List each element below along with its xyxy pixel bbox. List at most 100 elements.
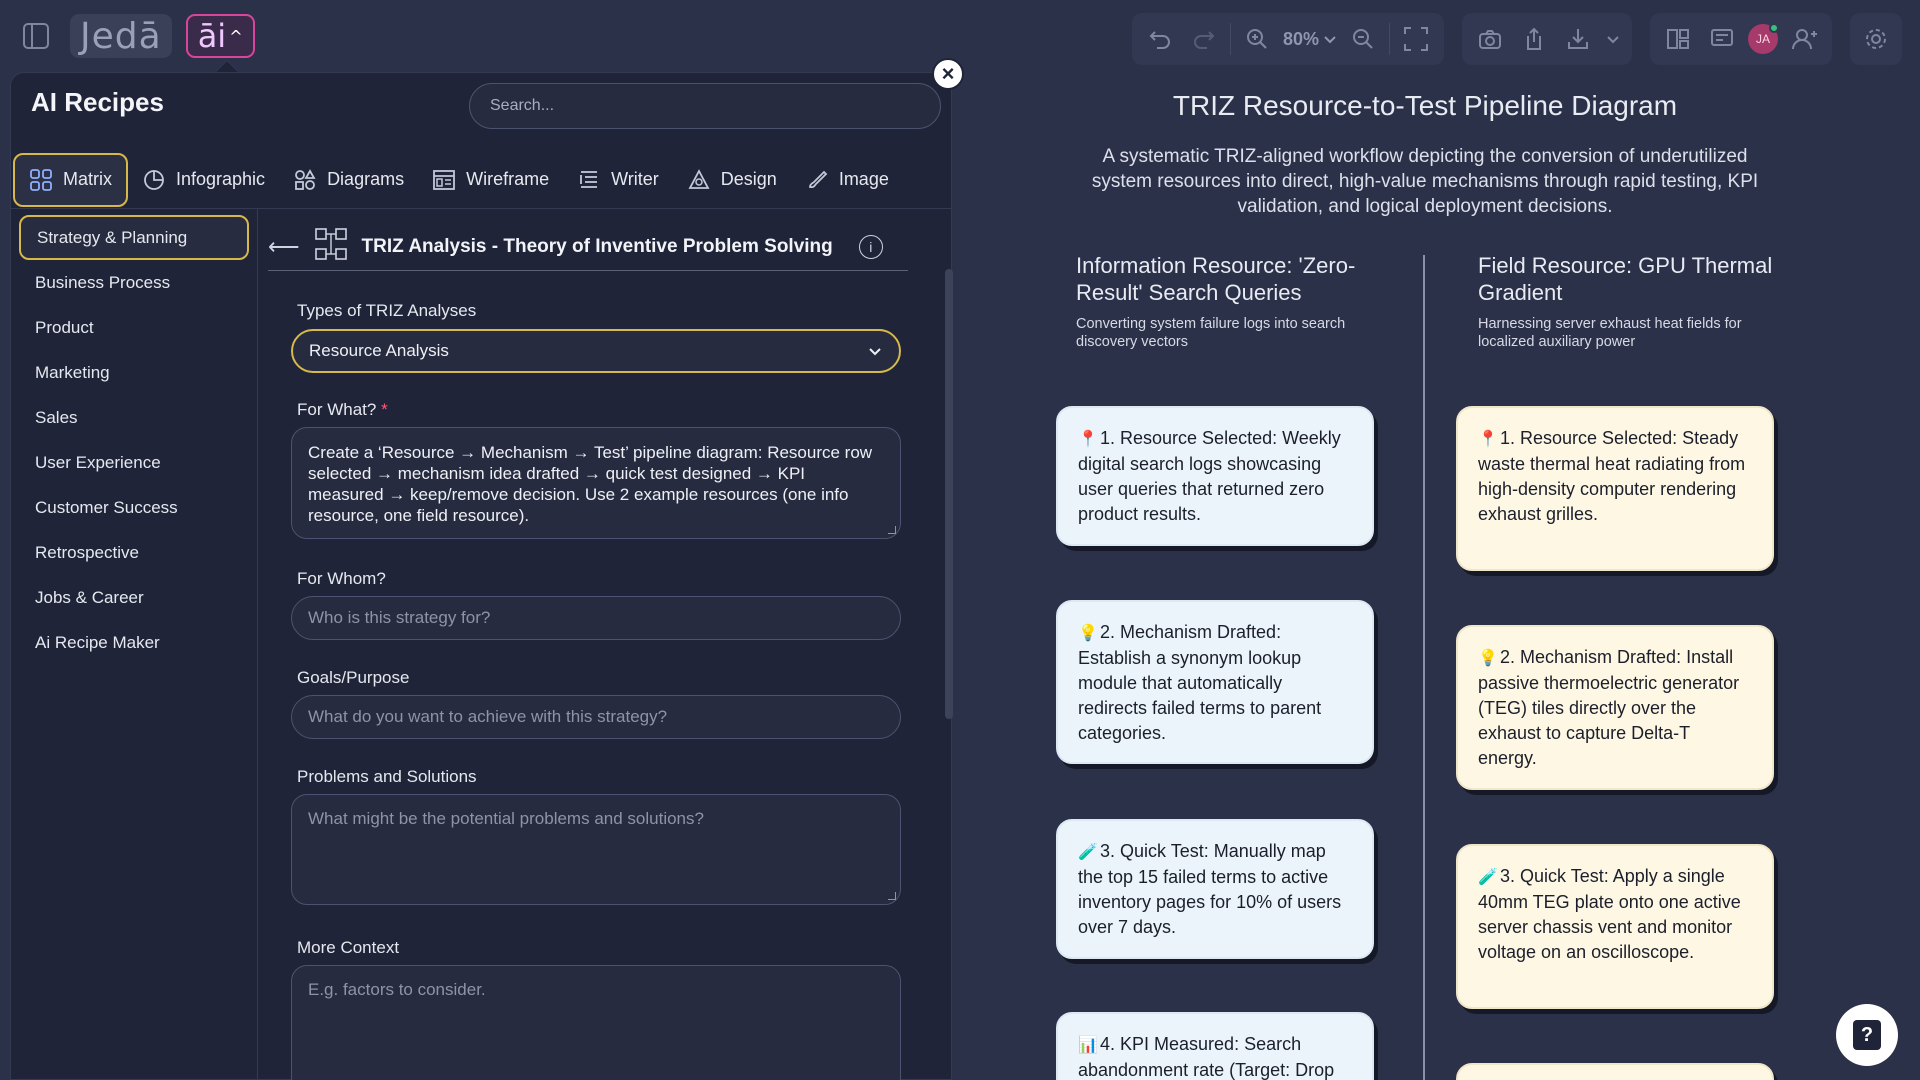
add-user-icon[interactable] — [1786, 21, 1822, 57]
sidebar-toggle-icon[interactable] — [16, 16, 56, 56]
info-card-resource[interactable]: 📍 1. Resource Selected: Weekly digital se… — [1056, 406, 1374, 546]
tab-infographic[interactable]: Infographic — [128, 153, 279, 207]
pin-icon: 📍 — [1478, 431, 1498, 448]
tab-label: Writer — [611, 169, 659, 189]
gear-icon[interactable] — [1858, 21, 1894, 57]
matrix-diagram-icon — [314, 227, 348, 266]
category-user-experience[interactable]: User Experience — [19, 440, 249, 485]
problems-textarea[interactable]: What might be the potential problems and… — [291, 794, 901, 905]
column-divider — [1423, 255, 1425, 1080]
column-desc-info[interactable]: Converting system failure logs into sear… — [1076, 315, 1396, 351]
column-title-field[interactable]: Field Resource: GPU Thermal Gradient — [1478, 252, 1798, 306]
chevron-up-icon: ^ — [229, 26, 243, 46]
goals-label: Goals/Purpose — [297, 668, 410, 687]
pie-chart-icon — [142, 168, 166, 192]
info-card-mechanism[interactable]: 💡 2. Mechanism Drafted: Establish a synon… — [1056, 600, 1374, 764]
triz-type-value: Resource Analysis — [309, 341, 449, 360]
chevron-down-icon[interactable] — [1604, 21, 1622, 57]
info-icon[interactable]: i — [858, 234, 883, 259]
ai-recipes-button[interactable]: āi ^ — [185, 14, 255, 58]
ai-recipes-panel: AI Recipes Search... Matrix Infographic … — [10, 72, 953, 1080]
resize-handle-icon[interactable] — [888, 892, 896, 900]
context-textarea[interactable]: E.g. factors to consider. — [291, 965, 901, 1080]
tab-wireframe[interactable]: Wireframe — [418, 153, 563, 207]
help-button[interactable]: ? — [1836, 1004, 1898, 1066]
toolbar-divider — [1229, 23, 1231, 55]
redo-icon[interactable] — [1186, 21, 1222, 57]
context-label: More Context — [297, 938, 400, 957]
undo-icon[interactable] — [1142, 21, 1178, 57]
for-what-label-text: For What? — [297, 400, 377, 419]
category-strategy-planning[interactable]: Strategy & Planning — [19, 215, 249, 260]
tab-writer[interactable]: Writer — [563, 153, 673, 207]
category-sales[interactable]: Sales — [19, 395, 249, 440]
resize-handle-icon[interactable] — [888, 526, 896, 534]
for-whom-label: For Whom? — [297, 569, 386, 588]
zoom-level-value: 80% — [1282, 28, 1319, 49]
info-card-test[interactable]: 🧪 3. Quick Test: Manually map the top 15 … — [1056, 819, 1374, 959]
tab-matrix[interactable]: Matrix — [13, 152, 128, 207]
for-what-textarea[interactable]: Create a ‘Resource → Mechanism → Test’ p… — [291, 427, 901, 539]
info-card-kpi[interactable]: 📊 4. KPI Measured: Search abandonment rat… — [1056, 1012, 1374, 1080]
category-ai-recipe-maker[interactable]: Ai Recipe Maker — [19, 620, 249, 665]
export-group — [1462, 13, 1632, 65]
download-icon[interactable] — [1560, 21, 1596, 57]
field-card-test[interactable]: 🧪 3. Quick Test: Apply a single 40mm TEG … — [1456, 844, 1774, 1009]
form-scrollbar[interactable] — [945, 269, 953, 719]
goals-input[interactable]: What do you want to achieve with this st… — [291, 695, 901, 739]
card-text: 4. KPI Measured: Search abandonment rate… — [1078, 1034, 1335, 1080]
chevron-down-icon — [1324, 36, 1336, 44]
column-title-info[interactable]: Information Resource: 'Zero-Result' Sear… — [1076, 252, 1396, 306]
tab-design[interactable]: Design — [673, 153, 791, 207]
tab-label: Diagrams — [327, 169, 405, 189]
tab-label: Design — [720, 169, 777, 189]
topbar-right: 80% JA — [1131, 12, 1920, 66]
column-desc-field[interactable]: Harnessing server exhaust heat fields fo… — [1478, 315, 1798, 351]
card-text: 1. Resource Selected: Steady waste therm… — [1478, 428, 1746, 524]
test-tube-icon: 🧪 — [1478, 869, 1498, 886]
design-icon — [687, 168, 711, 192]
problems-placeholder: What might be the potential problems and… — [308, 809, 704, 828]
zoom-in-icon[interactable] — [1239, 21, 1275, 57]
required-indicator: * — [381, 400, 388, 419]
category-business-process[interactable]: Business Process — [19, 260, 249, 305]
ai-button-label: āi — [197, 17, 227, 55]
layout-panels-icon[interactable] — [1660, 21, 1696, 57]
for-what-value: Create a ‘Resource → Mechanism → Test’ p… — [308, 443, 873, 525]
recipe-title: TRIZ Analysis - Theory of Inventive Prob… — [361, 235, 833, 257]
zoom-out-icon[interactable] — [1345, 21, 1381, 57]
card-text: 3. Quick Test: Apply a single 40mm TEG p… — [1478, 866, 1741, 962]
field-card-resource[interactable]: 📍 1. Resource Selected: Steady waste ther… — [1456, 406, 1774, 571]
presentation-icon[interactable] — [1704, 21, 1740, 57]
tab-image[interactable]: Image — [791, 153, 903, 207]
back-arrow-icon[interactable]: ⟵ — [268, 234, 300, 260]
tab-label: Wireframe — [466, 169, 550, 189]
category-jobs-career[interactable]: Jobs & Career — [19, 575, 249, 620]
category-sidebar: Strategy & Planning Business Process Pro… — [11, 209, 258, 1080]
category-product[interactable]: Product — [19, 305, 249, 350]
fit-screen-icon[interactable] — [1398, 21, 1434, 57]
panel-title: AI Recipes — [31, 87, 164, 117]
grid-icon — [29, 168, 53, 192]
category-marketing[interactable]: Marketing — [19, 350, 249, 395]
app-logo[interactable]: Jedā — [70, 14, 172, 58]
field-card-mechanism[interactable]: 💡 2. Mechanism Drafted: Install passive t… — [1456, 625, 1774, 790]
zoom-level-dropdown[interactable]: 80% — [1283, 29, 1337, 50]
camera-icon[interactable] — [1472, 21, 1508, 57]
category-customer-success[interactable]: Customer Success — [19, 485, 249, 530]
triz-type-select[interactable]: Resource Analysis — [291, 329, 901, 373]
bar-chart-icon: 📊 — [1078, 1037, 1098, 1054]
category-retrospective[interactable]: Retrospective — [19, 530, 249, 575]
user-avatar[interactable]: JA — [1748, 23, 1779, 54]
diagram-subtitle[interactable]: A systematic TRIZ-aligned workflow depic… — [1070, 144, 1780, 219]
close-panel-button[interactable]: × — [932, 58, 964, 90]
recipe-search-input[interactable]: Search... — [469, 83, 941, 129]
for-what-label: For What? * — [297, 400, 388, 420]
for-whom-input[interactable]: Who is this strategy for? — [291, 596, 901, 640]
test-tube-icon: 🧪 — [1078, 844, 1098, 861]
diagram-title[interactable]: TRIZ Resource-to-Test Pipeline Diagram — [1045, 90, 1805, 122]
recipe-tabs: Matrix Infographic Diagrams Wireframe Wr… — [11, 151, 951, 209]
field-card-kpi[interactable] — [1456, 1063, 1774, 1080]
tab-diagrams[interactable]: Diagrams — [279, 153, 418, 207]
share-upload-icon[interactable] — [1516, 21, 1552, 57]
